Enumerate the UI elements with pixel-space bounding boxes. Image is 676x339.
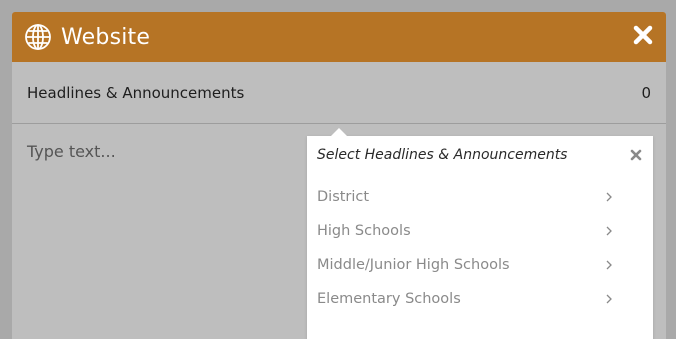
modal-title: Website (61, 24, 151, 50)
popup-arrow (331, 128, 347, 136)
modal-header: Website (12, 12, 666, 62)
headlines-row[interactable]: Headlines & Announcements 0 (12, 62, 666, 124)
popup-title: Select Headlines & Announcements (317, 147, 568, 163)
category-label: Elementary Schools (317, 291, 461, 307)
category-label: District (317, 189, 370, 205)
text-editor-placeholder[interactable]: Type text... (27, 142, 116, 161)
category-item-high-schools[interactable]: High Schools (307, 214, 653, 248)
headlines-count: 0 (641, 83, 651, 102)
website-modal: Website Headlines & Announcements 0 Type… (12, 12, 666, 339)
globe-icon (25, 24, 51, 50)
chevron-right-icon (606, 260, 612, 270)
chevron-right-icon (606, 226, 612, 236)
headlines-label: Headlines & Announcements (27, 83, 245, 102)
category-list: District High Schools Middle/Junior High… (307, 180, 653, 316)
category-label: Middle/Junior High Schools (317, 257, 510, 273)
close-icon[interactable] (632, 24, 654, 46)
chevron-right-icon (606, 294, 612, 304)
category-item-middle-junior-high[interactable]: Middle/Junior High Schools (307, 248, 653, 282)
chevron-right-icon (606, 192, 612, 202)
category-item-district[interactable]: District (307, 180, 653, 214)
category-label: High Schools (317, 223, 411, 239)
select-popup: Select Headlines & Announcements Distric… (307, 128, 653, 339)
popup-close-icon[interactable] (630, 149, 642, 161)
category-item-elementary-schools[interactable]: Elementary Schools (307, 282, 653, 316)
